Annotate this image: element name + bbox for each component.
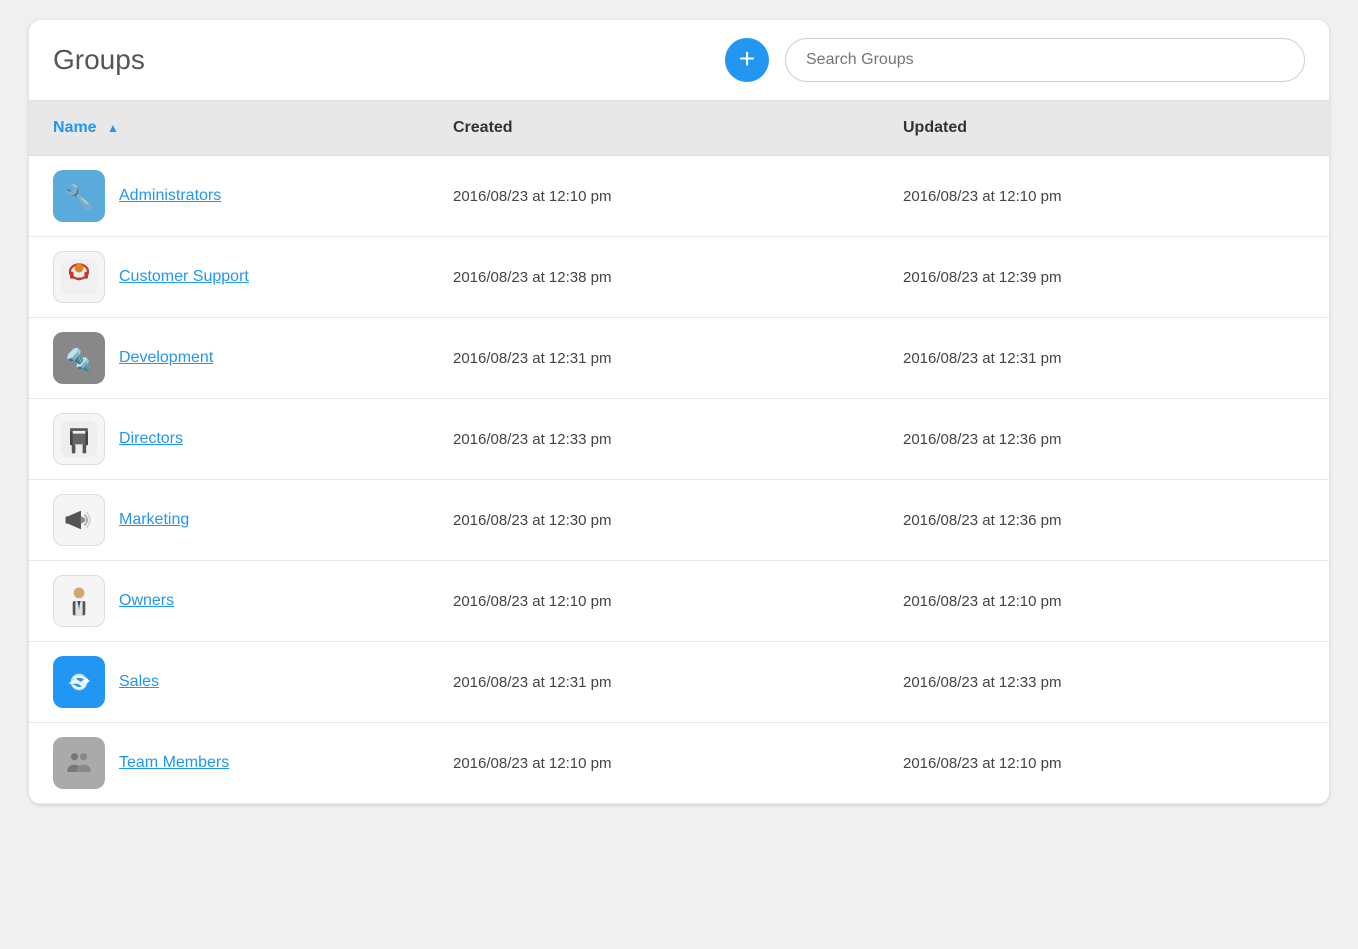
table-row: Marketing 2016/08/23 at 12:30 pm2016/08/…	[29, 480, 1329, 561]
group-name-cell-team-members: Team Members	[29, 723, 429, 804]
group-name-cell-customer-support: Customer Support	[29, 237, 429, 318]
svg-text:🔩: 🔩	[66, 347, 93, 372]
group-name-link-development[interactable]: Development	[119, 349, 213, 367]
group-created-sales: 2016/08/23 at 12:31 pm	[429, 642, 879, 723]
table-header-row: Name ▲ Created Updated	[29, 101, 1329, 156]
group-icon-development: 🔩	[53, 332, 105, 384]
column-created-label: Created	[453, 119, 513, 136]
groups-container: Groups + Name ▲ Created Updated	[29, 20, 1329, 804]
group-icon-administrators: 🔧	[53, 170, 105, 222]
group-updated-administrators: 2016/08/23 at 12:10 pm	[879, 156, 1329, 237]
page-title: Groups	[53, 44, 709, 76]
table-row: Owners 2016/08/23 at 12:10 pm2016/08/23 …	[29, 561, 1329, 642]
column-name[interactable]: Name ▲	[29, 101, 429, 156]
group-name-link-directors[interactable]: Directors	[119, 430, 183, 448]
group-created-customer-support: 2016/08/23 at 12:38 pm	[429, 237, 879, 318]
groups-table-wrapper: Name ▲ Created Updated 🔧	[29, 101, 1329, 804]
column-created: Created	[429, 101, 879, 156]
group-name-link-administrators[interactable]: Administrators	[119, 187, 221, 205]
group-updated-customer-support: 2016/08/23 at 12:39 pm	[879, 237, 1329, 318]
group-updated-team-members: 2016/08/23 at 12:10 pm	[879, 723, 1329, 804]
group-name-cell-owners: Owners	[29, 561, 429, 642]
group-updated-marketing: 2016/08/23 at 12:36 pm	[879, 480, 1329, 561]
svg-text:🔧: 🔧	[64, 183, 93, 211]
column-updated-label: Updated	[903, 119, 967, 136]
table-row: Sales 2016/08/23 at 12:31 pm2016/08/23 a…	[29, 642, 1329, 723]
group-name-link-owners[interactable]: Owners	[119, 592, 174, 610]
group-name-cell-directors: Directors	[29, 399, 429, 480]
table-row: 🔩 Development 2016/08/23 at 12:31 pm2016…	[29, 318, 1329, 399]
group-icon-sales	[53, 656, 105, 708]
table-row: Directors 2016/08/23 at 12:33 pm2016/08/…	[29, 399, 1329, 480]
table-row: 🔧 Administrators 2016/08/23 at 12:10 pm2…	[29, 156, 1329, 237]
group-updated-sales: 2016/08/23 at 12:33 pm	[879, 642, 1329, 723]
group-name-link-customer-support[interactable]: Customer Support	[119, 268, 249, 286]
group-name-cell-development: 🔩 Development	[29, 318, 429, 399]
group-created-owners: 2016/08/23 at 12:10 pm	[429, 561, 879, 642]
group-name-link-team-members[interactable]: Team Members	[119, 754, 229, 772]
group-name-cell-administrators: 🔧 Administrators	[29, 156, 429, 237]
group-created-marketing: 2016/08/23 at 12:30 pm	[429, 480, 879, 561]
group-name-link-sales[interactable]: Sales	[119, 673, 159, 691]
group-name-cell-marketing: Marketing	[29, 480, 429, 561]
group-updated-owners: 2016/08/23 at 12:10 pm	[879, 561, 1329, 642]
group-icon-customer-support	[53, 251, 105, 303]
group-updated-directors: 2016/08/23 at 12:36 pm	[879, 399, 1329, 480]
group-created-directors: 2016/08/23 at 12:33 pm	[429, 399, 879, 480]
group-updated-development: 2016/08/23 at 12:31 pm	[879, 318, 1329, 399]
column-updated: Updated	[879, 101, 1329, 156]
group-created-team-members: 2016/08/23 at 12:10 pm	[429, 723, 879, 804]
groups-table: Name ▲ Created Updated 🔧	[29, 101, 1329, 804]
plus-icon: +	[739, 45, 755, 73]
search-input[interactable]	[785, 38, 1305, 82]
group-created-administrators: 2016/08/23 at 12:10 pm	[429, 156, 879, 237]
page-header: Groups +	[29, 20, 1329, 101]
sort-arrow-icon: ▲	[107, 121, 119, 135]
group-icon-team-members	[53, 737, 105, 789]
group-name-cell-sales: Sales	[29, 642, 429, 723]
group-icon-directors	[53, 413, 105, 465]
table-row: Customer Support 2016/08/23 at 12:38 pm2…	[29, 237, 1329, 318]
group-created-development: 2016/08/23 at 12:31 pm	[429, 318, 879, 399]
table-row: Team Members 2016/08/23 at 12:10 pm2016/…	[29, 723, 1329, 804]
column-name-label: Name	[53, 119, 97, 136]
group-icon-marketing	[53, 494, 105, 546]
add-group-button[interactable]: +	[725, 38, 769, 82]
group-name-link-marketing[interactable]: Marketing	[119, 511, 189, 529]
group-icon-owners	[53, 575, 105, 627]
